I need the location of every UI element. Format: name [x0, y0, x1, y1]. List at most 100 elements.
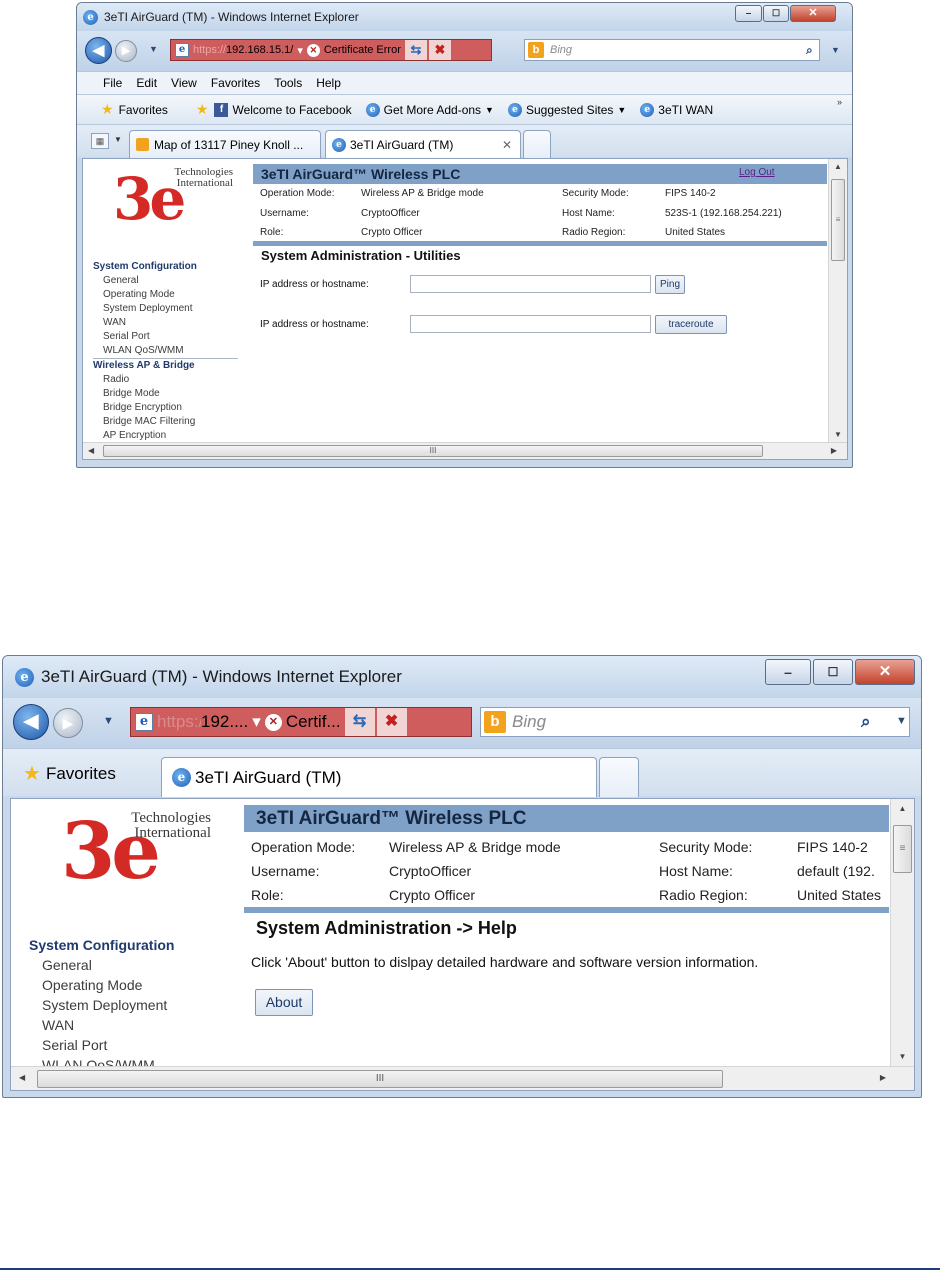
sidebar: 3e Technologies International System Con… — [83, 159, 252, 459]
scroll-up-arrow-icon[interactable]: ▲ — [829, 162, 847, 171]
favorites-button[interactable]: ★ Favorites — [101, 101, 168, 118]
traceroute-host-input[interactable] — [410, 315, 651, 333]
address-dropdown-icon[interactable]: ▾ — [252, 712, 261, 732]
nav-item-system-deployment[interactable]: System Deployment — [93, 302, 238, 316]
search-box[interactable]: b Bing — [480, 707, 910, 737]
maximize-button[interactable]: ☐ — [813, 659, 853, 685]
history-dropdown-icon[interactable]: ▼ — [149, 44, 158, 54]
address-bar[interactable]: e https:// 192.168.15.1/ ▾ ✕ Certificate… — [170, 39, 492, 61]
nav-item-general[interactable]: General — [29, 955, 234, 975]
history-dropdown-icon[interactable]: ▼ — [103, 715, 114, 727]
menu-favorites[interactable]: Favorites — [211, 76, 260, 90]
address-dropdown-icon[interactable]: ▾ — [297, 44, 303, 57]
nav-item-general[interactable]: General — [93, 274, 238, 288]
certificate-error-label[interactable]: Certificate Error — [324, 44, 401, 56]
new-tab-button[interactable] — [599, 757, 639, 797]
nav-section-wireless[interactable]: Wireless AP & Bridge — [93, 359, 238, 373]
traceroute-button[interactable]: traceroute — [655, 315, 727, 334]
horizontal-scroll-thumb[interactable]: III — [103, 445, 763, 457]
search-dropdown-icon[interactable]: ▼ — [831, 45, 840, 55]
fav-facebook[interactable]: f Welcome to Facebook — [214, 102, 352, 117]
security-mode-value: FIPS 140-2 — [797, 839, 868, 855]
ping-button[interactable]: Ping — [655, 275, 685, 294]
nav-item-bridge-encryption[interactable]: Bridge Encryption — [93, 401, 238, 415]
minimize-button[interactable]: – — [735, 5, 762, 22]
company-logo: 3e Technologies International — [113, 163, 243, 243]
search-icon[interactable]: ⌕ — [861, 712, 871, 732]
close-button[interactable]: ✕ — [790, 5, 836, 22]
search-dropdown-icon[interactable]: ▼ — [896, 715, 907, 727]
scroll-left-arrow-icon[interactable]: ◀ — [88, 446, 94, 455]
tab-list-dropdown-icon[interactable]: ▼ — [114, 135, 122, 144]
vertical-scroll-thumb[interactable]: ≡ — [893, 825, 912, 873]
menu-help[interactable]: Help — [316, 76, 341, 90]
nav-section-system-config[interactable]: System Configuration — [29, 935, 234, 955]
favorites-button[interactable]: ★ Favorites — [23, 761, 116, 786]
scroll-down-arrow-icon[interactable]: ▼ — [891, 1052, 914, 1061]
menu-view[interactable]: View — [171, 76, 197, 90]
nav-item-wan[interactable]: WAN — [29, 1015, 234, 1035]
close-tab-icon[interactable]: ✕ — [502, 138, 512, 152]
scroll-down-arrow-icon[interactable]: ▼ — [829, 430, 847, 439]
nav-section-system-config[interactable]: System Configuration — [93, 260, 238, 274]
nav-item-operating-mode[interactable]: Operating Mode — [93, 288, 238, 302]
nav-item-system-deployment[interactable]: System Deployment — [29, 995, 234, 1015]
chevron-more-icon[interactable]: » — [837, 97, 842, 107]
add-favorite-icon[interactable]: ★ — [196, 101, 209, 118]
quick-tabs-icon[interactable]: ▦ — [91, 133, 109, 149]
tab-airguard[interactable]: e 3eTI AirGuard (TM) ✕ — [325, 130, 521, 158]
username-label: Username: — [260, 208, 309, 219]
menu-file[interactable]: File — [103, 76, 122, 90]
forward-button[interactable]: ▶ — [115, 40, 137, 62]
nav-item-wlan-qos[interactable]: WLAN QoS/WMM — [93, 344, 238, 358]
stop-icon[interactable]: ✖ — [376, 708, 407, 736]
logout-link[interactable]: Log Out — [739, 167, 775, 178]
back-button[interactable]: ◀ — [85, 37, 112, 64]
ping-host-input[interactable] — [410, 275, 651, 293]
ie-page-icon: e — [332, 137, 346, 152]
menu-tools[interactable]: Tools — [274, 76, 302, 90]
tab-map[interactable]: Map of 13117 Piney Knoll ... — [129, 130, 321, 158]
back-button[interactable]: ◀ — [13, 704, 49, 740]
nav-item-bridge-mac-filtering[interactable]: Bridge MAC Filtering — [93, 415, 238, 429]
nav-item-wan[interactable]: WAN — [93, 316, 238, 330]
fav-addons[interactable]: e Get More Add-ons ▼ — [365, 102, 494, 117]
nav-item-bridge-mode[interactable]: Bridge Mode — [93, 387, 238, 401]
horizontal-scroll-thumb[interactable]: III — [37, 1070, 723, 1088]
forward-button[interactable]: ▶ — [53, 708, 83, 738]
maximize-button[interactable]: ☐ — [763, 5, 789, 22]
nav-item-serial-port[interactable]: Serial Port — [93, 330, 238, 344]
scroll-up-arrow-icon[interactable]: ▲ — [891, 804, 914, 813]
nav-item-operating-mode[interactable]: Operating Mode — [29, 975, 234, 995]
nav-item-serial-port[interactable]: Serial Port — [29, 1035, 234, 1055]
horizontal-scrollbar[interactable]: ◀ III ▶ — [83, 442, 847, 459]
about-button[interactable]: About — [255, 989, 313, 1016]
refresh-icon[interactable]: ⇆ — [404, 40, 427, 60]
stop-icon[interactable]: ✖ — [428, 40, 451, 60]
horizontal-scrollbar[interactable]: ◀ III ▶ — [11, 1066, 914, 1090]
scroll-right-arrow-icon[interactable]: ▶ — [880, 1073, 886, 1082]
vertical-scrollbar[interactable]: ▲ ≡ ▼ — [890, 799, 914, 1066]
scroll-left-arrow-icon[interactable]: ◀ — [19, 1073, 25, 1082]
minimize-button[interactable]: – — [765, 659, 811, 685]
vertical-scrollbar[interactable]: ▲ ≡ ▼ — [828, 159, 847, 442]
refresh-icon[interactable]: ⇆ — [344, 708, 375, 736]
new-tab-button[interactable] — [523, 130, 551, 158]
search-box[interactable]: b Bing — [524, 39, 820, 61]
nav-item-radio[interactable]: Radio — [93, 373, 238, 387]
sidebar: 3e Technologies International System Con… — [11, 799, 243, 1090]
fav-wan[interactable]: e 3eTI WAN — [640, 102, 713, 117]
header-divider — [253, 241, 827, 246]
search-icon[interactable]: ⌕ — [806, 43, 813, 58]
vertical-scroll-thumb[interactable]: ≡ — [831, 179, 845, 261]
navigation-bar: ◀ ▶ ▼ e https:// 192.... ▾ ✕ Certif... ⇆… — [3, 698, 921, 748]
tab-airguard[interactable]: e 3eTI AirGuard (TM) — [161, 757, 597, 797]
scroll-right-arrow-icon[interactable]: ▶ — [831, 446, 837, 455]
fav-suggested[interactable]: e Suggested Sites ▼ — [507, 102, 626, 117]
navigation-bar: ◀ ▶ ▼ e https:// 192.168.15.1/ ▾ ✕ Certi… — [77, 31, 852, 71]
nav-item-ap-encryption[interactable]: AP Encryption — [93, 429, 238, 443]
close-button[interactable]: ✕ — [855, 659, 915, 685]
address-bar[interactable]: e https:// 192.... ▾ ✕ Certif... ⇆ ✖ — [130, 707, 472, 737]
menu-edit[interactable]: Edit — [136, 76, 157, 90]
certificate-error-label[interactable]: Certif... — [286, 712, 341, 732]
